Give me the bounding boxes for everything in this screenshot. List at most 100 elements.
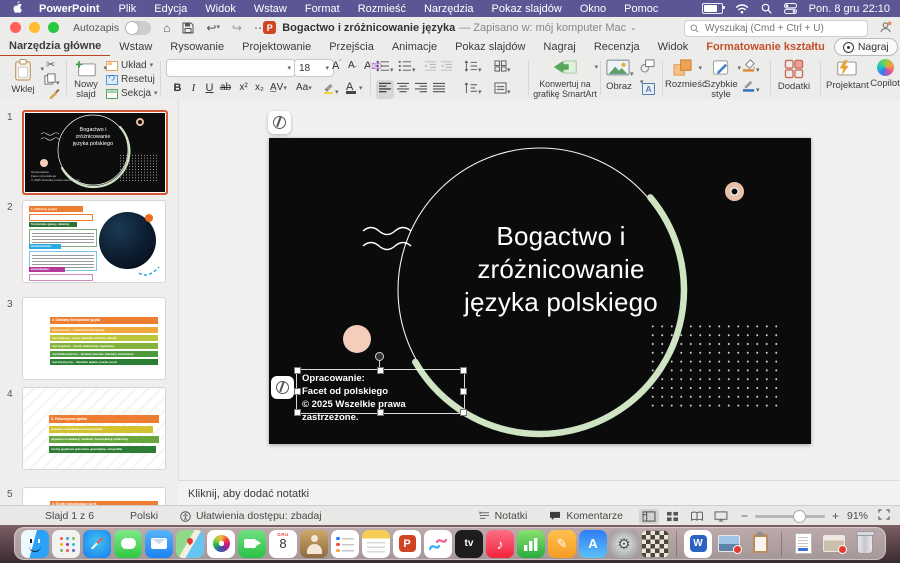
comments-toggle[interactable]: Komentarze [549,510,623,522]
strikethrough-button[interactable]: ab [218,82,233,93]
freeform-icon[interactable] [424,529,452,558]
search-input[interactable] [703,22,862,35]
quick-styles-button[interactable]: ▾ Szybkie style [704,59,741,100]
underline-button[interactable]: U [202,82,217,94]
tab-rysowanie[interactable]: Rysowanie [161,38,233,56]
resize-handle[interactable] [377,409,384,416]
tab-nagraj[interactable]: Nagraj [534,38,584,56]
title-chevron-down-icon[interactable]: ⌄ [630,23,637,32]
resize-handle[interactable] [460,388,467,395]
photos-stack-icon[interactable] [715,530,743,558]
align-text-button[interactable]: ▾ [494,82,511,97]
slideshow-view-button[interactable] [711,509,731,524]
record-button[interactable]: Nagraj [833,38,898,56]
tab-projektowanie[interactable]: Projektowanie [233,38,320,56]
columns-button[interactable]: ▾ [494,60,511,75]
notes-app-icon[interactable] [362,529,390,558]
language-indicator[interactable]: Polski [130,510,158,522]
system-settings-icon[interactable]: ⚙ [610,529,638,558]
fullscreen-button[interactable] [48,22,59,33]
slide-title[interactable]: Bogactwo i zróżnicowanie języka polskieg… [401,220,721,319]
arrange-button[interactable]: ▾ Rozmieść [665,59,707,90]
mail-icon[interactable] [145,529,173,558]
photos-icon[interactable] [207,529,235,558]
tab-narzedzia-glowne[interactable]: Narzędzia główne [0,37,111,57]
credit-line-2[interactable]: Facet od polskiego [302,385,464,398]
resize-handle[interactable] [460,367,467,374]
zoom-in-button[interactable]: + [832,509,839,523]
align-right-button[interactable] [414,82,428,97]
align-center-button[interactable] [396,82,410,97]
music-icon[interactable]: ♪ [486,529,514,558]
copy-button[interactable]: ▾ [44,73,60,88]
home-icon[interactable]: ⌂ [163,21,170,35]
shrink-font-button[interactable]: Aˇ [348,60,357,73]
reset-button[interactable]: Resetuj [106,74,155,85]
addins-button[interactable]: Dodatki [774,59,814,92]
minimize-button[interactable] [29,22,40,33]
section-button[interactable]: Sekcja ▾ [106,88,158,99]
resize-handle[interactable] [294,367,301,374]
file-preview-icon[interactable] [820,530,848,558]
increase-indent-button[interactable] [440,60,453,75]
tab-formatowanie-ksztaltu[interactable]: Formatowanie kształtu [697,38,834,56]
tab-wstaw[interactable]: Wstaw [110,38,161,56]
zoom-slider[interactable] [754,510,825,523]
reading-view-button[interactable] [687,509,707,524]
tab-pokaz-slajdow[interactable]: Pokaz slajdów [446,38,534,56]
layout-button[interactable]: Układ ▾ [106,60,153,71]
close-button[interactable] [10,22,21,33]
reminders-icon[interactable] [331,529,359,558]
zoom-slider-knob[interactable] [792,510,806,523]
font-size-select[interactable]: 18 ▾ [294,59,334,77]
notes-area[interactable]: Kliknij, aby dodać notatki [178,480,900,506]
peach-circle-graphic[interactable] [343,325,371,353]
safari-icon[interactable] [83,529,111,558]
menu-okno[interactable]: Okno [571,3,615,15]
apple-menu[interactable] [0,0,29,17]
powerpoint-icon[interactable]: P [393,529,421,558]
shape-fill-button[interactable]: ▾ [742,59,760,75]
launchpad-icon[interactable] [52,529,80,558]
resize-handle[interactable] [294,409,301,416]
ring-graphic[interactable] [725,182,744,201]
tab-recenzja[interactable]: Recenzja [585,38,649,56]
slide-thumbnail-2[interactable]: 1. Odmiany języka Terytorialne (gwary, d… [22,200,166,283]
finder-icon[interactable] [21,529,49,558]
bullets-button[interactable]: ▾ [376,60,394,75]
tab-animacje[interactable]: Animacje [383,38,446,56]
clipboard-stack-icon[interactable] [746,530,774,558]
rotate-handle[interactable] [375,352,384,361]
pages-icon[interactable]: ✎ [548,529,576,558]
calendar-icon[interactable]: GRU 8 [269,529,297,558]
slide-thumbnail-1[interactable]: Bogactwo i zróżnicowanie języka polskiego … [22,110,168,195]
menu-pomoc[interactable]: Pomoc [615,3,667,15]
slide-thumbnail-3[interactable]: 2. Odmiany funkcjonalne języka styl poto… [22,297,166,380]
save-icon[interactable] [182,22,194,34]
subscript-button[interactable]: x₂ [252,82,267,93]
contacts-icon[interactable] [300,529,328,558]
menu-narzedzia[interactable]: Narzędzia [415,3,483,15]
messages-icon[interactable] [114,529,142,558]
character-spacing-button[interactable]: A̲V▾ [270,82,287,93]
resize-handle[interactable] [460,409,467,416]
redo-button[interactable]: ↪ [232,21,242,35]
highlight-button[interactable]: ▾ [322,81,339,97]
copilot-chip-textbox[interactable] [271,376,294,399]
documents-stack-icon[interactable] [789,530,817,558]
resize-handle[interactable] [377,367,384,374]
fit-slide-button[interactable] [878,509,890,523]
menu-format[interactable]: Format [296,3,349,15]
copilot-button[interactable]: Copilot [870,59,900,89]
align-left-button[interactable] [376,80,394,99]
new-slide-button[interactable]: ▾ Nowy slajd [70,60,107,100]
credits-text-box[interactable]: Opracowanie: Facet od polskiego © 2025 W… [294,367,467,423]
picture-button[interactable]: ▾ [606,59,634,79]
numbering-button[interactable]: ▾ [398,60,416,75]
menu-app-name[interactable]: PowerPoint [29,3,110,15]
wifi-icon[interactable] [735,3,749,14]
more-commands-button[interactable]: ⋯ [254,21,266,35]
spotlight-icon[interactable] [761,3,772,14]
menu-clock[interactable]: Pon. 8 gru 22:10 [809,3,890,15]
decrease-indent-button[interactable] [424,60,437,75]
